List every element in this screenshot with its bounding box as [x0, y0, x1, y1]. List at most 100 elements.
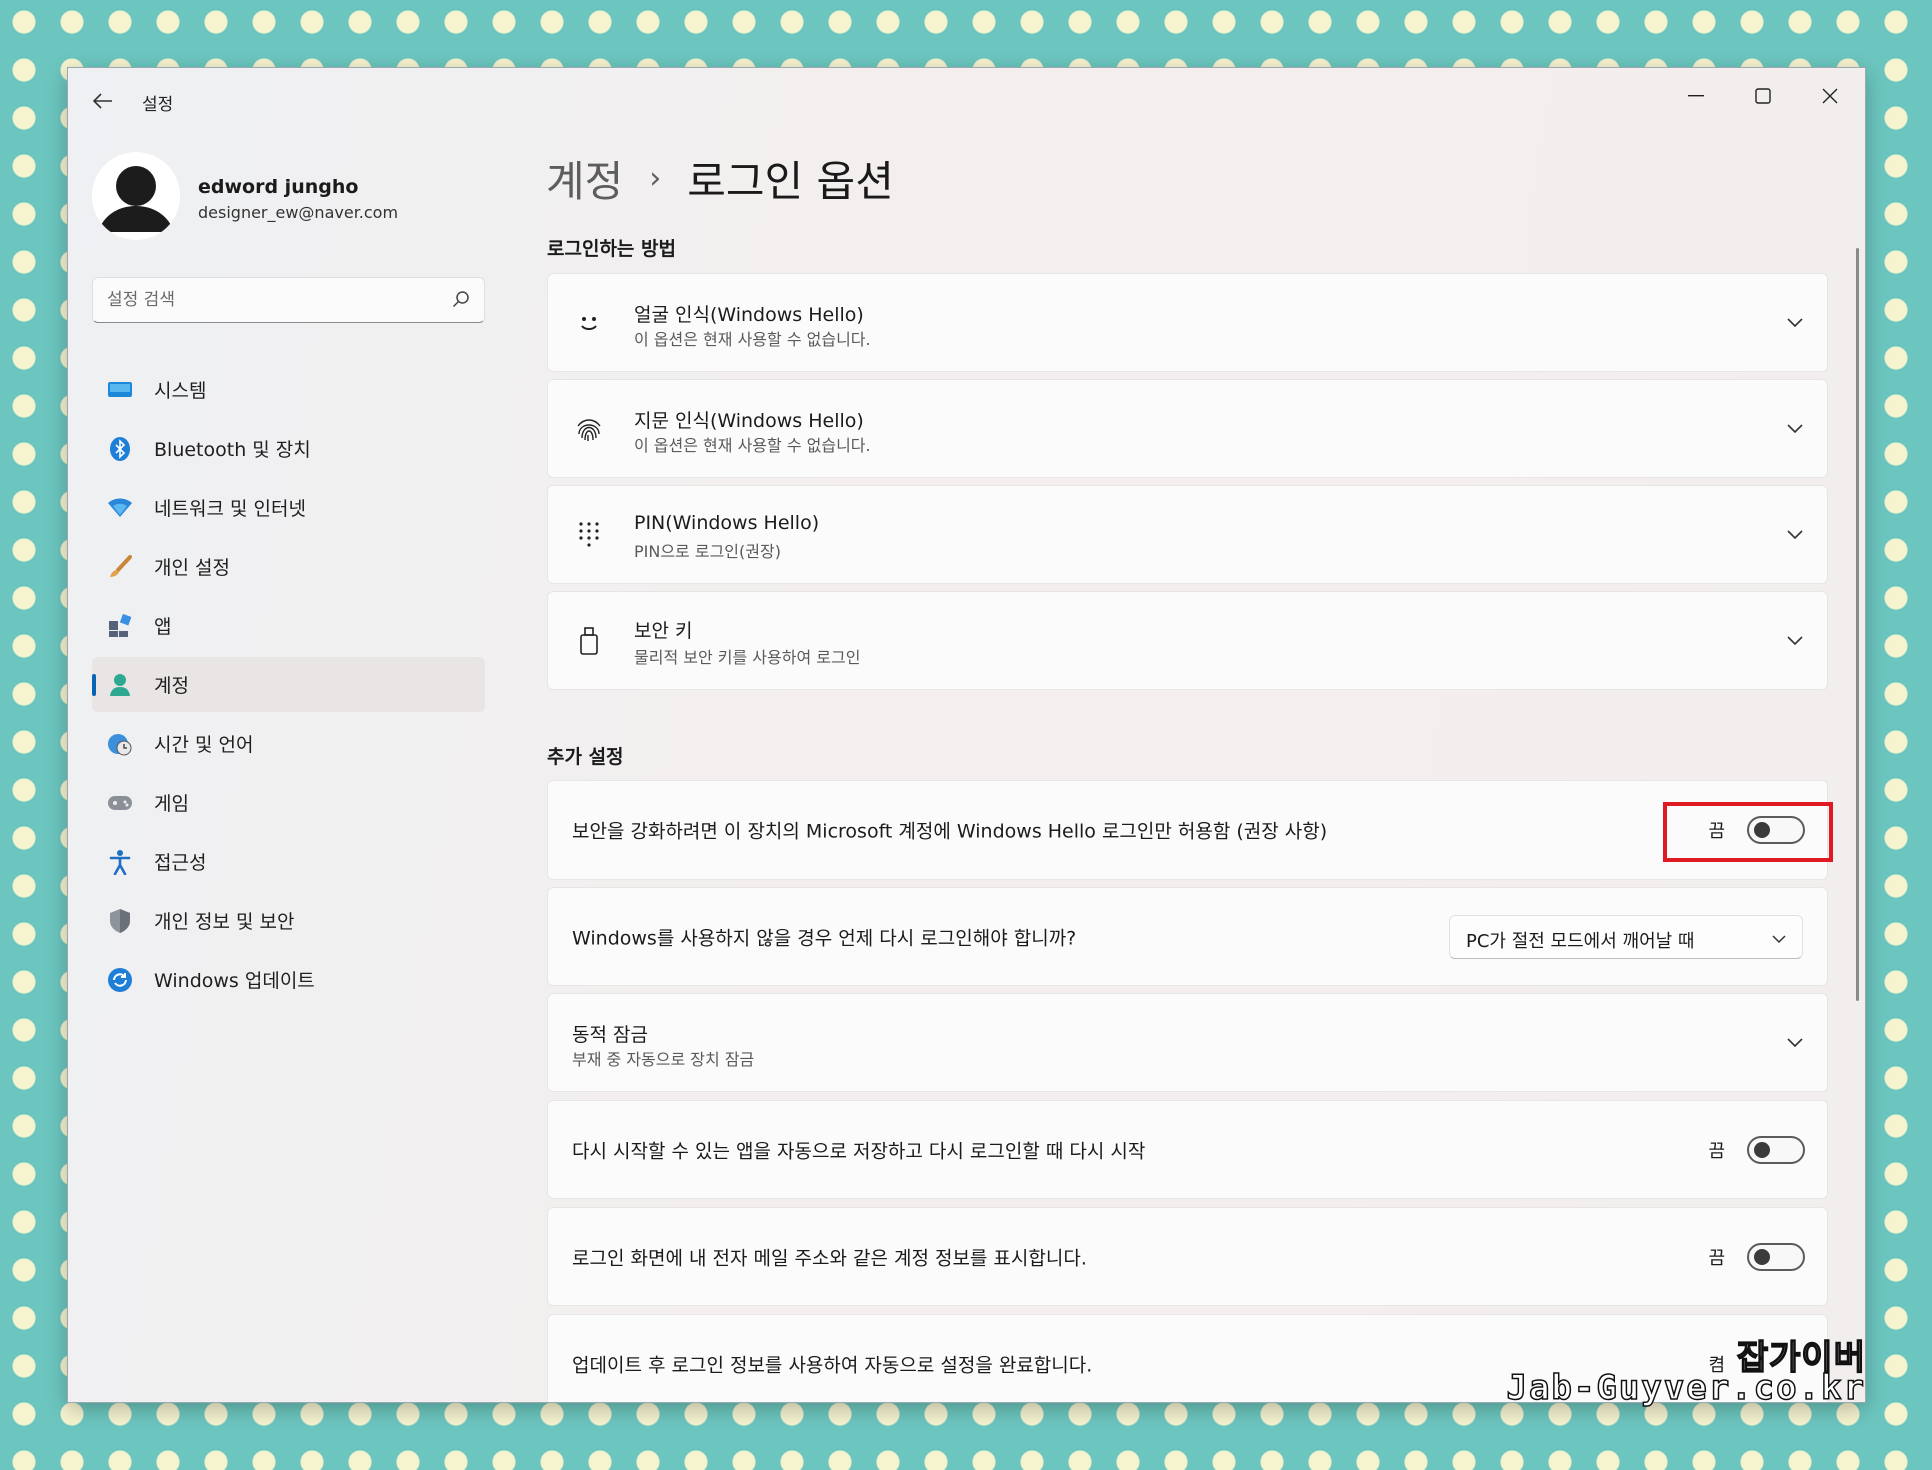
toggle-state-text: 끔	[1708, 1247, 1725, 1269]
setting-label: 다시 시작할 수 있는 앱을 자동으로 저장하고 다시 로그인할 때 다시 시작	[572, 1140, 1146, 1162]
shield-icon	[106, 907, 134, 935]
sidebar-item-windows-update[interactable]: Windows 업데이트	[92, 952, 485, 1007]
maximize-icon	[1755, 88, 1771, 104]
back-arrow-icon	[93, 93, 112, 109]
maximize-button[interactable]	[1733, 78, 1793, 114]
search-icon[interactable]	[452, 290, 470, 312]
signin-option-security-key[interactable]: 보안 키 물리적 보안 키를 사용하여 로그인	[547, 591, 1828, 690]
sidebar-item-label: 접근성	[154, 852, 207, 874]
sidebar-item-privacy-security[interactable]: 개인 정보 및 보안	[92, 893, 485, 948]
toggle-knob	[1754, 1248, 1770, 1265]
restart-apps-toggle[interactable]	[1747, 1135, 1805, 1164]
accessibility-icon	[106, 848, 134, 876]
breadcrumb-separator: ›	[649, 161, 662, 196]
chevron-down-icon[interactable]	[1785, 313, 1805, 333]
account-icon	[106, 671, 134, 699]
scrollbar[interactable]	[1856, 248, 1859, 1001]
user-email: designer_ew@naver.com	[198, 203, 399, 222]
sidebar-item-label: 개인 설정	[154, 557, 230, 579]
sidebar-item-label: Windows 업데이트	[154, 970, 315, 992]
toggle-knob	[1754, 1141, 1770, 1158]
close-button[interactable]	[1800, 78, 1860, 114]
dropdown-value: PC가 절전 모드에서 깨어날 때	[1466, 930, 1695, 952]
sidebar-item-system[interactable]: 시스템	[92, 362, 485, 417]
sidebar-item-bluetooth[interactable]: Bluetooth 및 장치	[92, 421, 485, 476]
setting-label: 보안을 강화하려면 이 장치의 Microsoft 계정에 Windows He…	[572, 820, 1328, 843]
setting-dynamic-lock[interactable]: 동적 잠금 부재 중 자동으로 장치 잠금	[547, 993, 1828, 1092]
minimize-button[interactable]	[1666, 78, 1726, 114]
settings-window: 설정 edword jungho designer_ew@naver.com 시…	[67, 67, 1866, 1403]
sidebar-item-personalization[interactable]: 개인 설정	[92, 539, 485, 594]
section-title-additional-settings: 추가 설정	[547, 746, 624, 768]
app-title: 설정	[142, 95, 174, 115]
chevron-down-icon[interactable]	[1785, 631, 1805, 651]
setting-require-signin: Windows를 사용하지 않을 경우 언제 다시 로그인해야 합니까? PC가…	[547, 887, 1828, 986]
sidebar-nav: 시스템 Bluetooth 및 장치 네트워크 및 인터넷 개인 설정 앱 계정…	[92, 362, 485, 1011]
require-signin-dropdown[interactable]: PC가 절전 모드에서 깨어날 때	[1449, 914, 1803, 959]
chevron-down-icon[interactable]	[1785, 1033, 1805, 1053]
card-title: PIN(Windows Hello)	[634, 512, 820, 534]
gamepad-icon	[106, 789, 134, 817]
search-input[interactable]	[93, 278, 423, 322]
watermark: 잡가이버 Jab-Guyver.co.kr	[1500, 1330, 1880, 1410]
card-title: 보안 키	[634, 620, 693, 642]
setting-label: Windows를 사용하지 않을 경우 언제 다시 로그인해야 합니까?	[572, 927, 1077, 949]
update-icon	[106, 966, 134, 994]
minimize-icon	[1688, 95, 1704, 97]
card-subtitle: 이 옵션은 현재 사용할 수 없습니다.	[634, 436, 871, 455]
chevron-down-icon[interactable]	[1785, 525, 1805, 545]
pin-keypad-icon	[574, 520, 604, 550]
sidebar-item-network[interactable]: 네트워크 및 인터넷	[92, 480, 485, 535]
sidebar-item-time-language[interactable]: 시간 및 언어	[92, 716, 485, 771]
signin-option-face[interactable]: 얼굴 인식(Windows Hello) 이 옵션은 현재 사용할 수 없습니다…	[547, 273, 1828, 372]
globe-clock-icon	[106, 730, 134, 758]
wifi-icon	[106, 494, 134, 522]
setting-restart-apps: 다시 시작할 수 있는 앱을 자동으로 저장하고 다시 로그인할 때 다시 시작…	[547, 1100, 1828, 1199]
chevron-down-icon	[1772, 929, 1786, 948]
toggle-state-text: 끔	[1708, 1140, 1725, 1162]
card-title: 지문 인식(Windows Hello)	[634, 410, 864, 432]
sidebar-item-label: 앱	[154, 616, 172, 638]
card-subtitle: PIN으로 로그인(권장)	[634, 542, 781, 561]
chevron-down-icon[interactable]	[1785, 419, 1805, 439]
watermark-url: Jab-Guyver.co.kr	[1506, 1367, 1866, 1409]
close-icon	[1822, 88, 1838, 104]
sidebar-item-label: 시간 및 언어	[154, 734, 254, 756]
sidebar-item-label: 네트워크 및 인터넷	[154, 498, 306, 520]
card-title: 동적 잠금	[572, 1024, 648, 1046]
setting-label: 로그인 화면에 내 전자 메일 주소와 같은 계정 정보를 표시합니다.	[572, 1247, 1087, 1269]
breadcrumb: 계정 › 로그인 옵션	[546, 148, 894, 209]
card-subtitle: 이 옵션은 현재 사용할 수 없습니다.	[634, 330, 871, 349]
page-title: 로그인 옵션	[687, 157, 894, 206]
avatar[interactable]	[92, 152, 180, 240]
sidebar-item-label: Bluetooth 및 장치	[154, 439, 311, 461]
sidebar-item-label: 게임	[154, 793, 189, 815]
brush-icon	[106, 553, 134, 581]
sidebar-item-label: 시스템	[154, 380, 207, 402]
system-icon	[106, 376, 134, 404]
signin-option-fingerprint[interactable]: 지문 인식(Windows Hello) 이 옵션은 현재 사용할 수 없습니다…	[547, 379, 1828, 478]
title-bar: 설정	[68, 68, 1865, 126]
sidebar-item-label: 개인 정보 및 보안	[154, 911, 295, 933]
card-subtitle: 물리적 보안 키를 사용하여 로그인	[634, 648, 861, 667]
sidebar-item-gaming[interactable]: 게임	[92, 775, 485, 830]
security-key-icon	[574, 626, 604, 656]
sidebar-item-label: 계정	[154, 675, 189, 697]
apps-icon	[106, 612, 134, 640]
show-account-toggle[interactable]	[1747, 1242, 1805, 1271]
setting-hello-only: 보안을 강화하려면 이 장치의 Microsoft 계정에 Windows He…	[547, 780, 1828, 880]
user-avatar-icon	[92, 152, 180, 240]
fingerprint-icon	[574, 414, 604, 444]
sidebar-item-apps[interactable]: 앱	[92, 598, 485, 653]
search-box[interactable]	[92, 277, 485, 323]
card-subtitle: 부재 중 자동으로 장치 잠금	[572, 1050, 755, 1069]
breadcrumb-parent[interactable]: 계정	[546, 148, 623, 209]
face-icon	[574, 308, 604, 338]
sidebar-item-accessibility[interactable]: 접근성	[92, 834, 485, 889]
setting-show-account-info: 로그인 화면에 내 전자 메일 주소와 같은 계정 정보를 표시합니다. 끔	[547, 1207, 1828, 1306]
section-title-signin-methods: 로그인하는 방법	[547, 238, 676, 260]
signin-option-pin[interactable]: PIN(Windows Hello) PIN으로 로그인(권장)	[547, 485, 1828, 584]
sidebar-item-accounts[interactable]: 계정	[92, 657, 485, 712]
card-title: 얼굴 인식(Windows Hello)	[634, 304, 864, 326]
back-button[interactable]	[88, 86, 118, 116]
